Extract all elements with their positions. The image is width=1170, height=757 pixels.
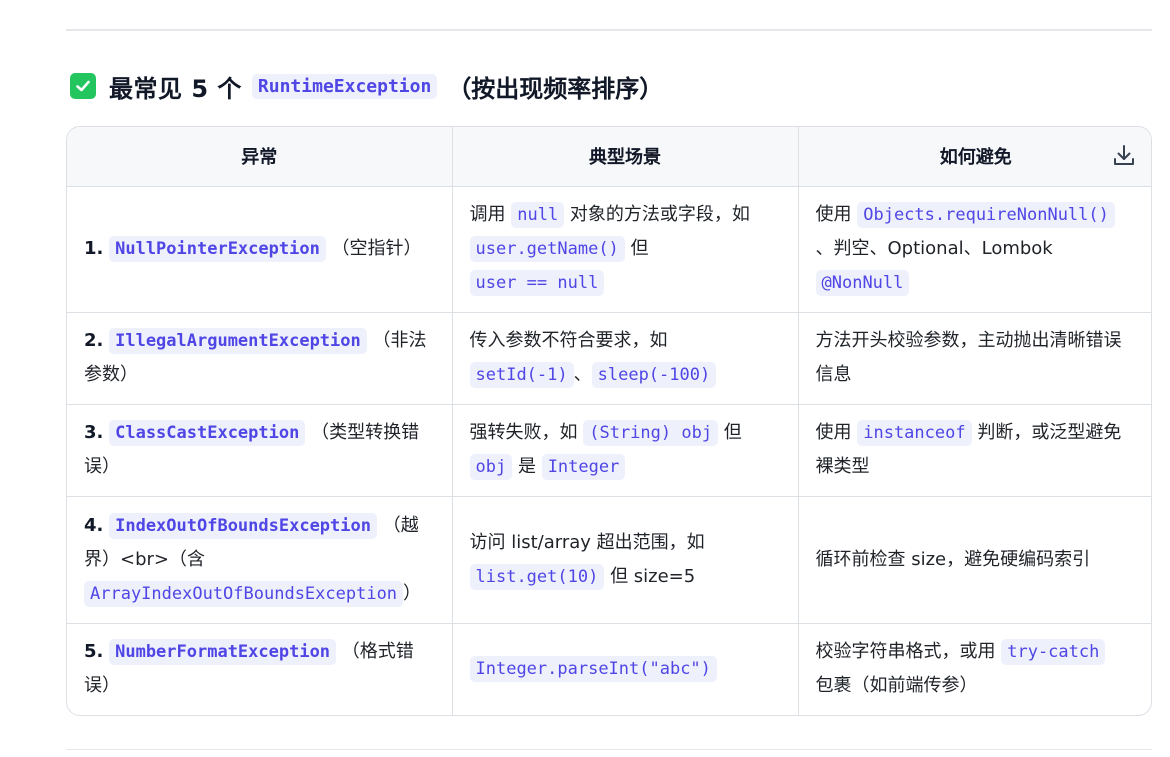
heading-prefix: 最常见 5 个	[109, 74, 242, 103]
scenario-text: 调用	[469, 204, 506, 225]
cell-exception: 1. NullPointerException （空指针）	[67, 186, 453, 313]
scenario-code: Integer.parseInt("abc")	[469, 656, 717, 683]
exception-note: ）	[403, 582, 422, 604]
scenario-text: 访问 list/array 超出范围，如	[469, 531, 705, 553]
exception-name: NumberFormatException	[109, 639, 337, 666]
avoid-code: instanceof	[857, 420, 972, 446]
table-row: 4. IndexOutOfBoundsException （越界）<br>（含 …	[67, 496, 1151, 624]
scenario-text: 对象的方法或字段，如	[569, 204, 750, 225]
cell-exception: 5. NumberFormatException （格式错误）	[67, 623, 453, 715]
cell-avoid: 使用 Objects.requireNonNull() 、判空、Optional…	[798, 186, 1151, 313]
section-heading: 最常见 5 个 RuntimeException （按出现频率排序）	[70, 66, 663, 106]
row-number: 3.	[84, 422, 104, 443]
scenario-text: 但	[723, 422, 742, 443]
cell-scenario: Integer.parseInt("abc")	[452, 623, 799, 715]
avoid-text: 循环前检查 size，避免硬编码索引	[815, 548, 1091, 570]
scenario-code: (String) obj	[583, 420, 719, 446]
avoid-text: 使用	[815, 204, 852, 225]
table-row: 5. NumberFormatException （格式错误） Integer.…	[67, 623, 1151, 715]
scenario-code: sleep(-100)	[591, 362, 717, 388]
scenario-code: list.get(10)	[469, 563, 605, 590]
exception-name: IllegalArgumentException	[109, 328, 367, 354]
cell-exception: 4. IndexOutOfBoundsException （越界）<br>（含 …	[67, 496, 453, 624]
divider-bottom	[66, 749, 1152, 750]
scenario-code: user.getName()	[469, 236, 625, 262]
header-scenario: 典型场景	[452, 127, 799, 187]
divider-top	[66, 29, 1152, 31]
cell-scenario: 调用 null 对象的方法或字段，如 user.getName() 但 user…	[452, 186, 799, 313]
scenario-code: Integer	[541, 454, 626, 480]
table-row: 3. ClassCastException （类型转换错误） 强转失败，如 (S…	[67, 404, 1151, 497]
cell-scenario: 强转失败，如 (String) obj 但 obj 是 Integer	[452, 404, 799, 497]
scenario-code: null	[511, 202, 565, 228]
exception-name: NullPointerException	[109, 236, 326, 262]
scenario-text: 、	[573, 364, 592, 385]
table-row: 1. NullPointerException （空指针） 调用 null 对象…	[67, 186, 1151, 313]
avoid-text: 方法开头校验参数，主动抛出清晰错误信息	[815, 330, 1122, 385]
cell-exception: 2. IllegalArgumentException （非法参数）	[67, 312, 453, 405]
header-avoid-label: 如何避免	[939, 147, 1012, 169]
scenario-code: obj	[469, 454, 513, 480]
exception-name: ClassCastException	[109, 420, 306, 446]
avoid-code: Objects.requireNonNull()	[857, 202, 1115, 228]
scenario-code: setId(-1)	[469, 362, 574, 388]
row-number: 1.	[84, 238, 104, 259]
scenario-text: 是	[517, 456, 536, 477]
heading-suffix: （按出现频率排序）	[447, 74, 664, 103]
cell-avoid: 校验字符串格式，或用 try-catch 包裹（如前端传参）	[798, 623, 1151, 715]
avoid-text: 使用	[815, 422, 852, 443]
cell-avoid: 方法开头校验参数，主动抛出清晰错误信息	[798, 312, 1151, 405]
cell-exception: 3. ClassCastException （类型转换错误）	[67, 404, 453, 497]
scenario-code: user == null	[469, 270, 605, 296]
avoid-text: 校验字符串格式，或用	[815, 641, 996, 663]
cell-avoid: 循环前检查 size，避免硬编码索引	[798, 496, 1151, 624]
checkbox-checked-icon	[70, 73, 96, 99]
header-exception: 异常	[67, 127, 453, 187]
scenario-text: 但 size=5	[610, 565, 696, 587]
cell-avoid: 使用 instanceof 判断，或泛型避免裸类型	[798, 404, 1151, 497]
cell-scenario: 访问 list/array 超出范围，如 list.get(10) 但 size…	[452, 496, 799, 624]
cell-scenario: 传入参数不符合要求，如 setId(-1)、 sleep(-100)	[452, 312, 799, 405]
header-avoid: 如何避免	[798, 127, 1151, 187]
avoid-text: 、判空、Optional、Lombok	[815, 238, 1053, 259]
avoid-code: @NonNull	[815, 270, 910, 296]
exception-note: （空指针）	[331, 238, 422, 259]
table-row: 2. IllegalArgumentException （非法参数） 传入参数不…	[67, 312, 1151, 405]
row-number: 5.	[84, 641, 104, 663]
exception-table: 异常 典型场景 如何避免 1. NullPointerException （空指…	[66, 126, 1152, 716]
download-icon[interactable]	[1111, 143, 1137, 169]
scenario-text: 但	[630, 238, 649, 259]
exception-name: IndexOutOfBoundsException	[109, 512, 377, 539]
scenario-text: 传入参数不符合要求，如	[469, 330, 668, 351]
heading-code: RuntimeException	[251, 73, 438, 99]
row-number: 4.	[84, 514, 104, 536]
avoid-text: 包裹（如前端传参）	[815, 675, 978, 697]
exception-name-secondary: ArrayIndexOutOfBoundsException	[84, 580, 404, 607]
row-number: 2.	[84, 330, 104, 351]
scenario-text: 强转失败，如	[469, 422, 578, 443]
avoid-code: try-catch	[1001, 639, 1106, 666]
